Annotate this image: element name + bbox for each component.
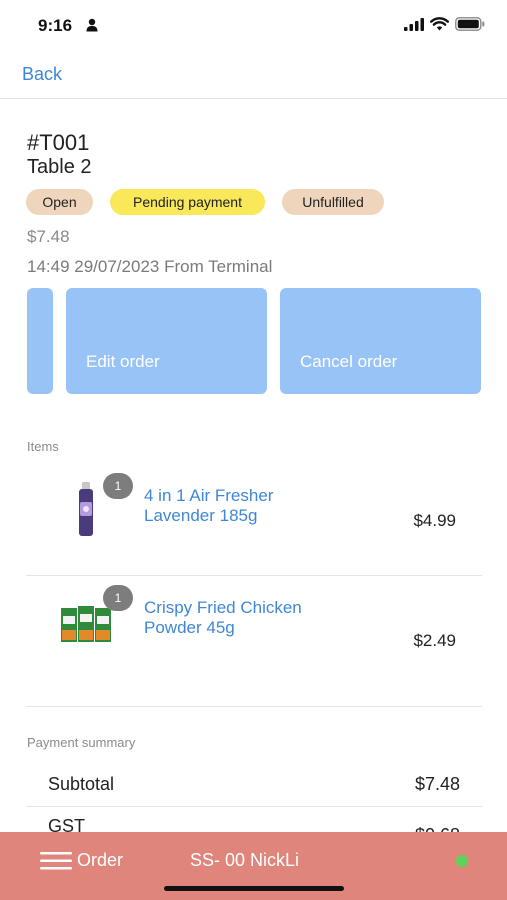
order-id: #T001 (27, 130, 90, 155)
product-thumbnail-chicken-powder (61, 606, 111, 642)
person-icon (86, 18, 98, 32)
status-indicators (404, 17, 485, 31)
cancel-order-button[interactable]: Cancel order (280, 288, 481, 394)
edit-order-button[interactable]: Edit order (66, 288, 267, 394)
summary-value: $7.48 (414, 774, 460, 794)
order-total: $7.48 (27, 227, 70, 246)
status-badge-unfulfilled: Unfulfilled (282, 189, 384, 215)
status-bar: 9:16 (0, 0, 507, 50)
menu-icon[interactable] (40, 851, 72, 871)
order-menu-label[interactable]: Order (77, 850, 123, 871)
cellular-signal-icon (404, 17, 424, 31)
table-name: Table 2 (27, 156, 92, 178)
home-indicator (164, 886, 344, 891)
edit-order-label: Edit order (86, 352, 160, 371)
summary-row-subtotal: Subtotal $7.48 (26, 766, 482, 806)
summary-label: Subtotal (48, 774, 115, 794)
list-item[interactable]: 1 Crispy Fried Chicken Powder 45g $2.49 (26, 584, 482, 704)
status-badge-pending-payment: Pending payment (110, 189, 265, 215)
items-section-label: Items (27, 439, 59, 454)
item-price: $2.49 (413, 631, 456, 650)
online-status-dot (456, 855, 468, 867)
cancel-order-label: Cancel order (300, 352, 398, 371)
product-thumbnail-air-freshener (79, 482, 93, 536)
status-time: 9:16 (38, 16, 73, 35)
user-label: SS- 00 NickLi (190, 850, 300, 870)
bottom-bar: Order SS- 00 NickLi (0, 832, 507, 900)
quantity-badge: 1 (103, 473, 133, 499)
divider (26, 706, 482, 707)
back-button[interactable]: Back (22, 64, 62, 85)
quantity-badge: 1 (103, 585, 133, 611)
wifi-icon (430, 17, 449, 31)
item-name[interactable]: 4 in 1 Air Fresher Lavender 185g (144, 486, 334, 526)
divider (26, 806, 482, 807)
action-card-partial[interactable] (27, 288, 53, 394)
navigation-bar: Back (0, 50, 507, 99)
divider (26, 575, 482, 576)
list-item[interactable]: 1 4 in 1 Air Fresher Lavender 185g $4.99 (26, 466, 482, 586)
battery-icon (455, 17, 485, 31)
payment-summary-label: Payment summary (27, 735, 136, 750)
order-meta: 14:49 29/07/2023 From Terminal (27, 257, 273, 276)
status-badge-open: Open (26, 189, 93, 215)
item-price: $4.99 (413, 511, 456, 530)
item-name[interactable]: Crispy Fried Chicken Powder 45g (144, 598, 334, 638)
